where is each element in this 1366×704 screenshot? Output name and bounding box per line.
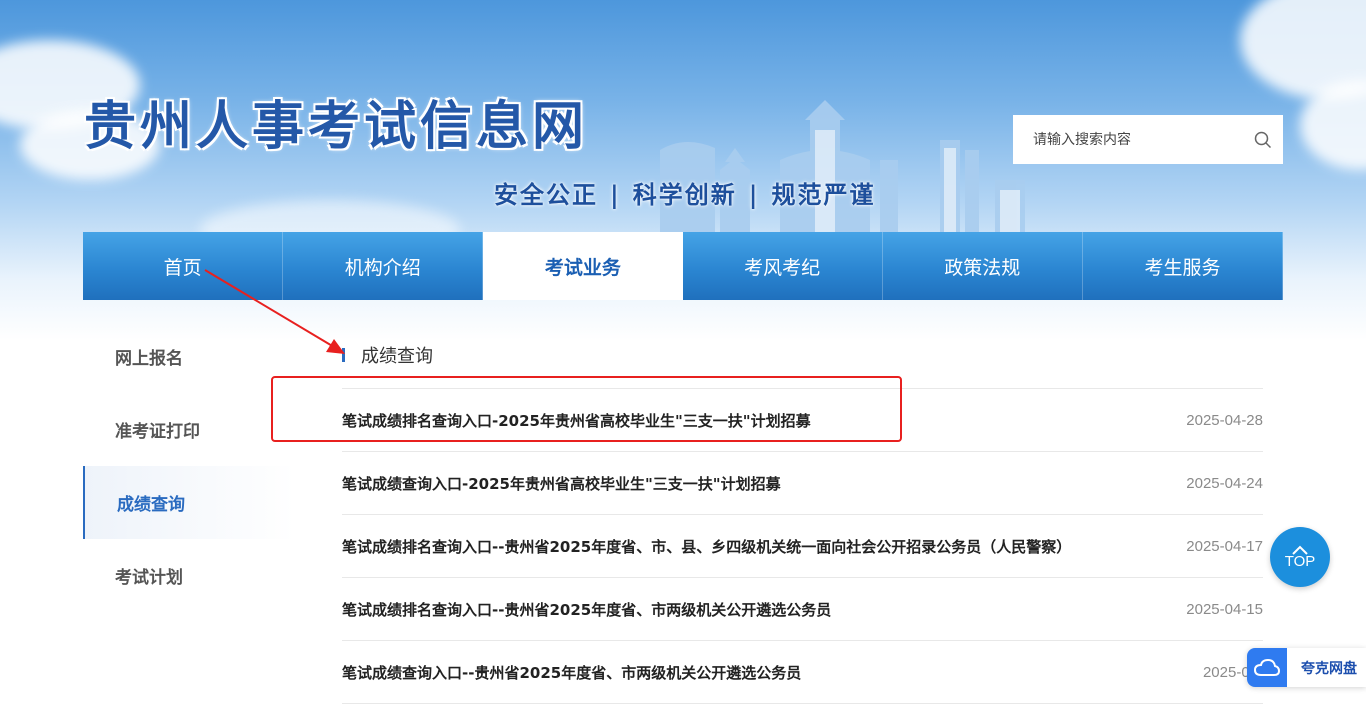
nav-item-policies[interactable]: 政策法规 (882, 232, 1083, 300)
list-item-date: 2025-04-17 (1186, 537, 1263, 555)
nav-item-home[interactable]: 首页 (83, 232, 284, 300)
nav-item-candidate-service[interactable]: 考生服务 (1082, 232, 1284, 300)
quark-drive-widget[interactable]: 夸克网盘 (1247, 648, 1366, 687)
slogan-item: 安全公正 (494, 180, 598, 209)
sidebar-item-exam-plan[interactable]: 考试计划 (83, 539, 295, 612)
sidebar-item-admission-ticket[interactable]: 准考证打印 (83, 393, 295, 466)
sidebar-item-score-query[interactable]: 成绩查询 (83, 466, 295, 539)
slogan: 安全公正 | 科学创新 | 规范严谨 (494, 175, 875, 210)
list-item-date: 2025-04-28 (1186, 411, 1263, 429)
slogan-separator: | (610, 180, 621, 209)
sidebar-item-online-registration[interactable]: 网上报名 (83, 320, 295, 393)
site-title: 贵州人事考试信息网 (84, 96, 589, 157)
list-item[interactable]: 笔试成绩查询入口-2025年贵州省高校毕业生"三支一扶"计划招募 2025-04… (342, 452, 1263, 515)
nav-item-exam-discipline[interactable]: 考风考纪 (682, 232, 883, 300)
nav-item-exam-business[interactable]: 考试业务 (483, 232, 683, 300)
annotation-highlight-box (271, 376, 902, 442)
back-to-top-button[interactable]: TOP (1270, 527, 1330, 587)
section-marker (342, 348, 345, 362)
section-header: 成绩查询 (342, 340, 433, 370)
list-item-title[interactable]: 笔试成绩查询入口-2025年贵州省高校毕业生"三支一扶"计划招募 (342, 473, 781, 494)
quark-drive-label: 夸克网盘 (1301, 660, 1357, 677)
section-title: 成绩查询 (361, 346, 433, 367)
list-item-title[interactable]: 笔试成绩排名查询入口--贵州省2025年度省、市、县、乡四级机关统一面向社会公开… (342, 536, 1071, 557)
sidebar: 网上报名 准考证打印 成绩查询 考试计划 (83, 320, 295, 612)
slogan-separator: | (748, 180, 760, 209)
list-item-title[interactable]: 笔试成绩排名查询入口--贵州省2025年度省、市两级机关公开遴选公务员 (342, 599, 831, 620)
cloud-icon (1247, 648, 1287, 687)
search-button[interactable] (1243, 115, 1283, 164)
list-item-date: 2025-04-24 (1186, 474, 1263, 492)
main-nav: 首页 机构介绍 考试业务 考风考纪 政策法规 考生服务 (83, 232, 1284, 300)
back-to-top-label: TOP (1284, 552, 1316, 570)
nav-item-about[interactable]: 机构介绍 (283, 232, 484, 300)
slogan-item: 规范严谨 (771, 180, 876, 209)
list-item[interactable]: 笔试成绩排名查询入口--贵州省2025年度省、市、县、乡四级机关统一面向社会公开… (342, 515, 1263, 578)
list-item[interactable]: 笔试成绩查询入口--贵州省2025年度省、市两级机关公开遴选公务员 2025-0… (342, 641, 1263, 704)
search-box (1013, 115, 1283, 164)
list-item-title[interactable]: 笔试成绩查询入口--贵州省2025年度省、市两级机关公开遴选公务员 (342, 662, 801, 683)
search-icon (1254, 131, 1272, 148)
list-item-date: 2025-04-15 (1186, 600, 1263, 618)
slogan-item: 科学创新 (632, 180, 737, 209)
list-item[interactable]: 笔试成绩排名查询入口--贵州省2025年度省、市两级机关公开遴选公务员 2025… (342, 578, 1263, 641)
search-input[interactable] (1031, 130, 1243, 149)
